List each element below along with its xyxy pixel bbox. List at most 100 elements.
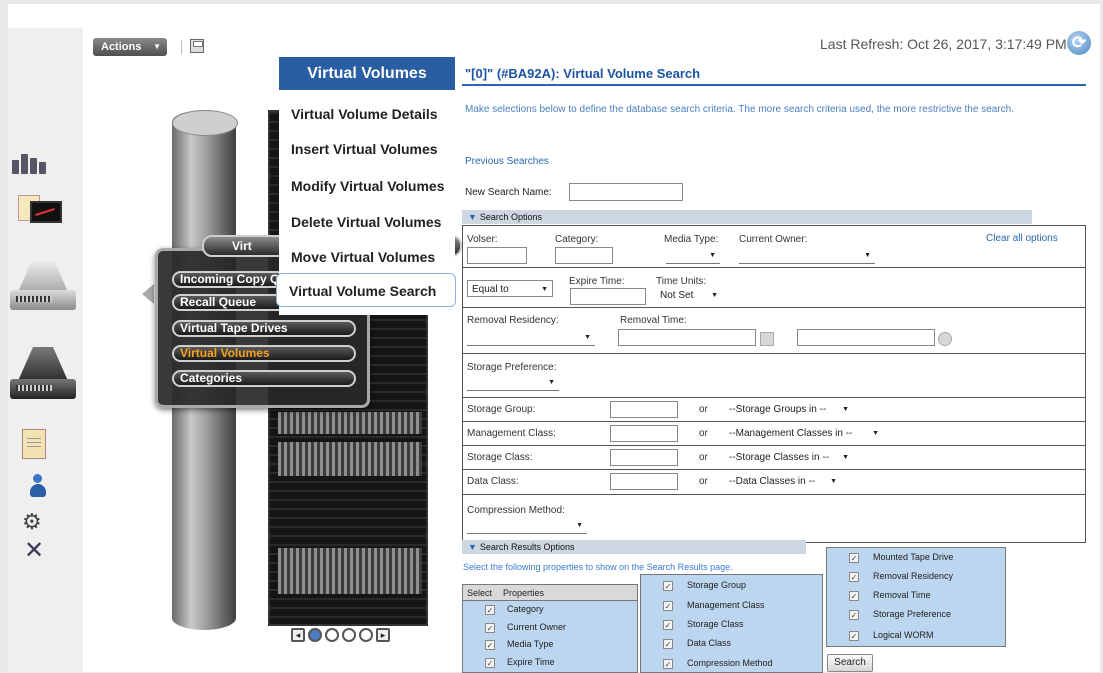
pager-next-button[interactable]: ▸ (376, 628, 390, 642)
last-refresh: Last Refresh: Oct 26, 2017, 3:17:49 PM (820, 36, 1067, 52)
last-refresh-label: Last Refresh: (820, 36, 904, 52)
save-icon[interactable] (190, 39, 204, 53)
chevron-down-icon: ▼ (548, 379, 555, 386)
media-type-select[interactable]: ▼ (666, 247, 720, 264)
clock-icon[interactable] (938, 332, 952, 346)
physical-tape-icon[interactable] (10, 347, 76, 407)
flyout-item-virtual-volume-search[interactable]: Virtual Volume Search (276, 273, 456, 307)
list-item[interactable]: ✓ Removal Time (827, 587, 931, 603)
list-item[interactable]: ✓ Storage Preference (827, 606, 951, 622)
storage-groups-select[interactable]: --Storage Groups in -- ▼ (725, 401, 853, 418)
list-item[interactable]: ✓ Removal Residency (827, 568, 953, 584)
removal-time-from-input[interactable] (618, 329, 756, 346)
storage-preference-select[interactable]: ▼ (467, 374, 559, 391)
checkbox-checked[interactable]: ✓ (485, 622, 495, 633)
options-row-management-class: Management Class: or --Management Classe… (463, 422, 1085, 446)
checkbox-checked[interactable]: ✓ (663, 619, 673, 630)
checkbox-checked[interactable]: ✓ (663, 658, 673, 669)
removal-residency-label: Removal Residency: (467, 315, 559, 326)
pager-dot[interactable] (342, 628, 356, 642)
management-class-input[interactable] (610, 425, 678, 442)
expire-operator-select[interactable]: Equal to ▼ (467, 280, 553, 297)
actions-label: Actions (101, 41, 142, 53)
pager-dot[interactable] (359, 628, 373, 642)
cluster-icon[interactable] (12, 152, 48, 174)
checkbox-checked[interactable]: ✓ (485, 604, 495, 615)
category-input[interactable] (555, 247, 613, 264)
data-class-label: Data Class: (467, 476, 519, 487)
popup-item-categories[interactable]: Categories (172, 370, 356, 387)
new-search-name-input[interactable] (569, 183, 683, 201)
virtual-tape-icon[interactable] (10, 258, 76, 318)
search-button[interactable]: Search (827, 654, 873, 672)
storage-class-input[interactable] (610, 449, 678, 466)
list-item[interactable]: ✓ Current Owner (463, 619, 566, 635)
pager-prev-button[interactable]: ◂ (291, 628, 305, 642)
previous-searches-link[interactable]: Previous Searches (465, 156, 549, 167)
chevron-down-icon: ▼ (842, 406, 849, 413)
checkbox-checked[interactable]: ✓ (663, 638, 673, 649)
calendar-icon[interactable] (760, 332, 774, 346)
list-item[interactable]: ✓ Category (463, 601, 544, 617)
pager-dot[interactable] (325, 628, 339, 642)
list-item[interactable]: ✓ Expire Time (463, 654, 555, 670)
flyout-item-insert-virtual-volumes[interactable]: Insert Virtual Volumes (279, 132, 455, 166)
user-icon[interactable] (30, 474, 46, 500)
checkbox-checked[interactable]: ✓ (849, 571, 859, 582)
current-owner-select[interactable]: ▼ (739, 247, 875, 264)
chevron-down-icon: ▼ (153, 42, 161, 51)
checkbox-checked[interactable]: ✓ (485, 639, 495, 650)
checkbox-checked[interactable]: ✓ (485, 657, 495, 668)
list-item[interactable]: ✓ Data Class (641, 635, 731, 651)
or-label: or (699, 476, 708, 487)
chevron-down-icon: ▼ (872, 430, 879, 437)
or-label: or (699, 428, 708, 439)
popup-item-virtual-volumes[interactable]: Virtual Volumes (172, 345, 356, 362)
expire-time-input[interactable] (570, 288, 646, 305)
clear-all-options-link[interactable]: Clear all options (986, 233, 1058, 244)
refresh-icon[interactable]: ⟳ (1067, 31, 1091, 55)
monitor-icon[interactable] (18, 195, 64, 229)
current-owner-label: Current Owner: (739, 234, 808, 245)
list-item[interactable]: ✓ Media Type (463, 636, 553, 652)
removal-time-to-input[interactable] (797, 329, 935, 346)
popup-item-virtual-tape-drives[interactable]: Virtual Tape Drives (172, 320, 356, 337)
storage-group-input[interactable] (610, 401, 678, 418)
search-options-bar[interactable]: ▼ Search Options (462, 210, 1032, 224)
flyout-item-virtual-volume-details[interactable]: Virtual Volume Details (279, 97, 455, 131)
list-item[interactable]: ✓ Storage Group (641, 577, 746, 593)
tools-icon[interactable]: ✕ (24, 536, 54, 566)
flyout-item-modify-virtual-volumes[interactable]: Modify Virtual Volumes (279, 169, 455, 203)
search-results-options-label: Search Results Options (479, 542, 575, 552)
time-units-select[interactable]: Not Set ▼ (656, 287, 722, 304)
data-class-input[interactable] (610, 473, 678, 490)
checkbox-checked[interactable]: ✓ (663, 580, 673, 591)
list-item[interactable]: ✓ Mounted Tape Drive (827, 549, 953, 565)
list-item[interactable]: ✓ Storage Class (641, 616, 744, 632)
collapse-triangle-icon: ▼ (468, 542, 477, 552)
checkbox-checked[interactable]: ✓ (849, 609, 859, 620)
or-label: or (699, 404, 708, 415)
actions-button[interactable]: Actions ▼ (93, 38, 167, 56)
management-class-label: Management Class: (467, 428, 556, 439)
chevron-down-icon: ▼ (864, 252, 871, 259)
checkbox-checked[interactable]: ✓ (849, 590, 859, 601)
management-classes-select[interactable]: --Management Classes in -- ▼ (725, 425, 883, 442)
list-item[interactable]: ✓ Compression Method (641, 655, 773, 671)
checkbox-checked[interactable]: ✓ (663, 600, 673, 611)
flyout-item-delete-virtual-volumes[interactable]: Delete Virtual Volumes (279, 205, 455, 239)
list-item[interactable]: ✓ Logical WORM (827, 627, 934, 643)
data-classes-select[interactable]: --Data Classes in -- ▼ (725, 473, 841, 490)
checkbox-checked[interactable]: ✓ (849, 630, 859, 641)
flyout-item-move-virtual-volumes[interactable]: Move Virtual Volumes (279, 240, 455, 274)
removal-residency-select[interactable]: ▼ (467, 329, 595, 346)
checkbox-checked[interactable]: ✓ (849, 552, 859, 563)
gears-icon[interactable]: ⚙ (22, 510, 52, 534)
volser-input[interactable] (467, 247, 527, 264)
pager-dot[interactable] (308, 628, 322, 642)
storage-classes-select[interactable]: --Storage Classes in -- ▼ (725, 449, 853, 466)
search-results-options-bar[interactable]: ▼ Search Results Options (462, 540, 806, 554)
list-item[interactable]: ✓ Management Class (641, 597, 765, 613)
policies-icon[interactable] (22, 429, 46, 459)
compression-method-select[interactable]: ▼ (467, 517, 587, 534)
